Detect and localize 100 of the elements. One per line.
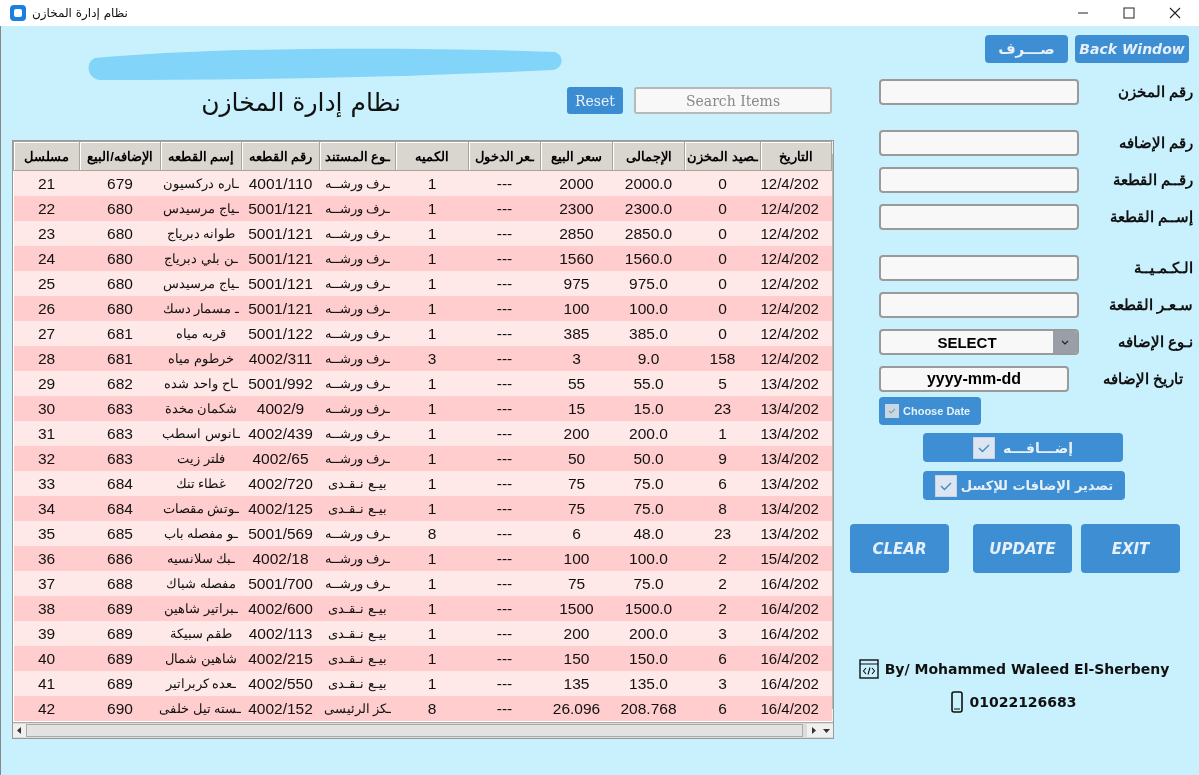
table-cell: 975 (540, 271, 613, 296)
column-header[interactable]: الإجمالى (612, 141, 685, 171)
column-header[interactable]: ـعر الدخول (468, 141, 541, 171)
checkbox[interactable] (934, 474, 957, 497)
scroll-left-icon[interactable] (13, 724, 26, 737)
column-header[interactable]: رقم القطعه (241, 141, 320, 171)
table-cell: ـياج مرسيدس (160, 271, 242, 296)
table-cell: ـرف ورشــه (319, 296, 396, 321)
table-cell: بيـع نـقـدى (319, 621, 396, 646)
table-cell: 1 (395, 446, 469, 471)
column-header[interactable]: ـوع المستند (319, 141, 396, 171)
checkbox[interactable] (973, 436, 995, 459)
table-cell: مفصله شباك (160, 571, 242, 596)
column-header[interactable]: التاريخ (760, 141, 832, 171)
dropdown[interactable]: SELECT (879, 329, 1079, 355)
input-field[interactable] (879, 167, 1079, 193)
column-header[interactable]: إسم القطعه (160, 141, 242, 171)
maximize-icon[interactable] (1123, 7, 1135, 19)
input-field[interactable] (879, 292, 1079, 318)
table-cell: 39 (13, 621, 80, 646)
table-cell: 23 (684, 521, 761, 546)
table-cell: 4001/110 (241, 170, 320, 196)
column-header[interactable]: الكميه (395, 141, 469, 171)
table-cell: 42 (13, 696, 80, 721)
table-cell: 13/4/202 (760, 396, 832, 421)
table-cell: 32 (13, 446, 80, 471)
table-cell: 1 (395, 296, 469, 321)
table-cell: 4002/550 (241, 671, 320, 696)
table-cell: 681 (79, 346, 161, 371)
table-cell: 683 (79, 396, 161, 421)
table-cell: 690 (79, 696, 161, 721)
date-field[interactable]: yyyy-mm-dd (879, 366, 1069, 392)
table-cell: 5001/569 (241, 521, 320, 546)
table-cell: 2 (684, 596, 761, 621)
table-cell: 13/4/202 (760, 521, 832, 546)
column-header[interactable]: ـصيد المخزن (684, 141, 761, 171)
table-cell: 1 (395, 571, 469, 596)
field-label: الـكـمـيــة (1133, 259, 1193, 277)
input-field[interactable] (879, 130, 1079, 156)
scroll-thumb[interactable] (26, 724, 803, 737)
checkbox[interactable] (885, 404, 899, 418)
table-cell: 12/4/202 (760, 196, 832, 221)
table-cell: ـرف ورشــه (319, 421, 396, 446)
table-cell: 1 (395, 221, 469, 246)
table-cell: --- (468, 646, 541, 671)
table-cell: 688 (79, 571, 161, 596)
table-cell: 16/4/202 (760, 696, 832, 721)
table-cell: 0 (684, 170, 761, 196)
table-cell: --- (468, 396, 541, 421)
horizontal-scrollbar[interactable] (13, 722, 833, 738)
search-field[interactable]: Search Items (634, 87, 832, 114)
close-icon[interactable] (1169, 7, 1181, 19)
input-field[interactable] (879, 79, 1079, 105)
table-cell: 15 (540, 396, 613, 421)
table-cell: 13/4/202 (760, 446, 832, 471)
table-cell: 4002/439 (241, 421, 320, 446)
table-cell: 150 (540, 646, 613, 671)
table-cell: 5001/121 (241, 271, 320, 296)
table-cell: 1500.0 (612, 596, 685, 621)
table-cell: --- (468, 521, 541, 546)
table-cell: 1 (395, 496, 469, 521)
scroll-down-icon[interactable] (820, 724, 833, 737)
table-cell: 25 (13, 271, 80, 296)
table-cell: 135.0 (612, 671, 685, 696)
column-header[interactable]: سعر البيع (540, 141, 613, 171)
table-cell: 200.0 (612, 421, 685, 446)
scroll-right-icon[interactable] (807, 724, 820, 737)
table-cell: 50.0 (612, 446, 685, 471)
table-cell: فلتر زيت (160, 446, 242, 471)
table-cell: --- (468, 221, 541, 246)
table-cell: 100 (540, 546, 613, 571)
app-subtitle: نظام إدارة المخازن (201, 88, 401, 118)
table-cell: --- (468, 496, 541, 521)
table-cell: --- (468, 421, 541, 446)
table-cell: ـاح واحد شده (160, 371, 242, 396)
table-cell: 33 (13, 471, 80, 496)
table-cell: 3 (684, 671, 761, 696)
table-cell: 2000 (540, 170, 613, 196)
table-cell: --- (468, 271, 541, 296)
table-cell: 23 (13, 221, 80, 246)
field-label: رقــم القطعة (1111, 171, 1193, 189)
table-cell: 75 (540, 471, 613, 496)
input-field[interactable] (879, 204, 1079, 230)
table-cell: 4002/600 (241, 596, 320, 621)
table-cell: 1 (684, 421, 761, 446)
table-cell: 0 (684, 321, 761, 346)
table-cell: 679 (79, 170, 161, 196)
table-cell: 50 (540, 446, 613, 471)
table-cell: 5001/121 (241, 221, 320, 246)
table-cell: 1 (395, 170, 469, 196)
column-header[interactable]: الإضافه/البيع (79, 141, 161, 171)
table-cell: 75.0 (612, 496, 685, 521)
table-cell: 0 (684, 271, 761, 296)
input-field[interactable] (879, 255, 1079, 281)
column-header[interactable]: مسلسل (13, 141, 80, 171)
table-cell: ـرف ورشــه (319, 571, 396, 596)
table-cell: 21 (13, 170, 80, 196)
table-cell: 0 (684, 221, 761, 246)
table-cell: 1 (395, 471, 469, 496)
table-cell: ـرف ورشــه (319, 321, 396, 346)
